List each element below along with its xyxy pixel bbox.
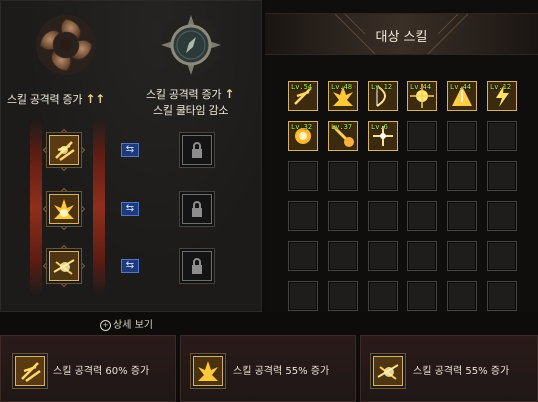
empty-skill-slot[interactable] (368, 161, 398, 191)
equipped-skill-slot-3[interactable] (49, 251, 79, 281)
up-arrow-icon: ↑ (224, 87, 235, 101)
equipped-skill-slot-1[interactable] (49, 135, 79, 165)
bonus-label-2: 스킬 공격력 55% 증가 (233, 366, 330, 377)
empty-skill-slot[interactable] (487, 121, 517, 151)
target-skill-slot[interactable]: Lv.6 (368, 121, 398, 151)
arrow-burst-icon (374, 357, 402, 385)
empty-skill-slot[interactable] (368, 281, 398, 311)
fire-slash-icon (16, 357, 44, 385)
left-panel: 스킬 공격력 증가 ↑↑ 스킬 공격력 증가 ↑ 스킬 쿨타임 감소 ⇆ ⇆ ⇆ (0, 0, 262, 312)
target-skill-slot[interactable]: Lv.44 (447, 81, 477, 111)
target-skill-slot[interactable]: Lv.32 (288, 121, 318, 151)
skill-level-label: Lv.54 (291, 83, 313, 91)
locked-slot-1[interactable] (182, 135, 212, 165)
slot-glow (93, 119, 105, 295)
bonus-skill-slot-3[interactable] (373, 356, 403, 386)
target-skill-slot[interactable]: Lv.54 (288, 81, 318, 111)
empty-skill-slot[interactable] (328, 281, 358, 311)
bonus-label-1: 스킬 공격력 60% 증가 (53, 366, 150, 377)
empty-skill-slot[interactable] (288, 161, 318, 191)
bonus-skill-slot-2[interactable] (193, 356, 223, 386)
empty-skill-slot[interactable] (487, 161, 517, 191)
arrow-burst-icon (50, 252, 78, 280)
target-skill-slot[interactable]: Lv.12 (487, 81, 517, 111)
empty-skill-slot[interactable] (407, 121, 437, 151)
empty-skill-slot[interactable] (328, 201, 358, 231)
empty-skill-slot[interactable] (447, 241, 477, 271)
attack-up-label: 스킬 공격력 증가 ↑↑ (7, 92, 105, 106)
flame-burst-icon (194, 357, 222, 385)
equipped-skill-slot-2[interactable] (49, 194, 79, 224)
swirl-emblem-icon (36, 15, 96, 75)
bonus-card-1: 스킬 공격력 60% 증가 (0, 335, 176, 402)
empty-skill-slot[interactable] (407, 281, 437, 311)
empty-skill-slot[interactable] (288, 241, 318, 271)
skill-level-label: Lv.32 (291, 123, 313, 131)
target-skill-header: 대상 스킬 (265, 13, 538, 55)
target-skill-slot[interactable]: Lv.44 (407, 81, 437, 111)
empty-skill-slot[interactable] (447, 281, 477, 311)
empty-skill-slot[interactable] (328, 161, 358, 191)
bonus-skill-slot-1[interactable] (15, 356, 45, 386)
bonus-label-3: 스킬 공격력 55% 증가 (413, 366, 510, 377)
empty-skill-slot[interactable] (447, 161, 477, 191)
empty-skill-slot[interactable] (447, 201, 477, 231)
empty-skill-slot[interactable] (407, 201, 437, 231)
swap-button[interactable]: ⇆ (121, 143, 139, 157)
empty-skill-slot[interactable] (407, 241, 437, 271)
empty-skill-slot[interactable] (487, 201, 517, 231)
empty-skill-slot[interactable] (288, 281, 318, 311)
locked-slot-3[interactable] (182, 251, 212, 281)
swap-button[interactable]: ⇆ (121, 259, 139, 273)
up-arrow-icon: ↑ (95, 92, 105, 106)
target-skill-slot[interactable]: Lv.48 (328, 81, 358, 111)
target-skill-slot[interactable]: Lv.12 (368, 81, 398, 111)
detail-view-link[interactable]: + 상세 보기 (100, 316, 153, 331)
swap-button[interactable]: ⇆ (121, 202, 139, 216)
empty-skill-slot[interactable] (288, 201, 318, 231)
skill-level-label: Lv.37 (331, 123, 353, 131)
right-panel: 대상 스킬 Lv.54 Lv.48 Lv.12 Lv.44 Lv.44 Lv.12 Lv.3… (265, 0, 538, 312)
empty-skill-slot[interactable] (487, 281, 517, 311)
target-skill-title: 대상 스킬 (375, 30, 428, 45)
slot-glow (30, 119, 42, 295)
empty-skill-slot[interactable] (368, 201, 398, 231)
up-arrow-icon: ↑ (85, 92, 96, 106)
empty-skill-slot[interactable] (368, 241, 398, 271)
skill-level-label: Lv.44 (410, 83, 432, 91)
attack-up-cooldown-label-1: 스킬 공격력 증가 ↑ (146, 87, 235, 101)
lock-icon (192, 201, 202, 217)
empty-skill-slot[interactable] (328, 241, 358, 271)
empty-skill-slot[interactable] (407, 161, 437, 191)
skill-level-label: Lv.12 (371, 83, 393, 91)
lock-icon (192, 258, 202, 274)
flame-burst-icon (50, 195, 78, 223)
fire-slash-icon (50, 136, 78, 164)
skill-level-label: Lv.6 (371, 123, 388, 131)
magnifier-icon: + (100, 319, 111, 331)
skill-level-label: Lv.48 (331, 83, 353, 91)
bonus-card-3: 스킬 공격력 55% 증가 (360, 335, 538, 402)
lock-icon (192, 142, 202, 158)
attack-up-cooldown-label-2: 스킬 쿨타임 감소 (153, 104, 229, 117)
locked-slot-2[interactable] (182, 194, 212, 224)
target-skill-slot[interactable]: Lv.37 (328, 121, 358, 151)
bonus-card-2: 스킬 공격력 55% 증가 (180, 335, 356, 402)
compass-emblem-icon (161, 15, 221, 75)
skill-level-label: Lv.44 (450, 83, 472, 91)
skill-level-label: Lv.12 (490, 83, 512, 91)
empty-skill-slot[interactable] (487, 241, 517, 271)
empty-skill-slot[interactable] (447, 121, 477, 151)
